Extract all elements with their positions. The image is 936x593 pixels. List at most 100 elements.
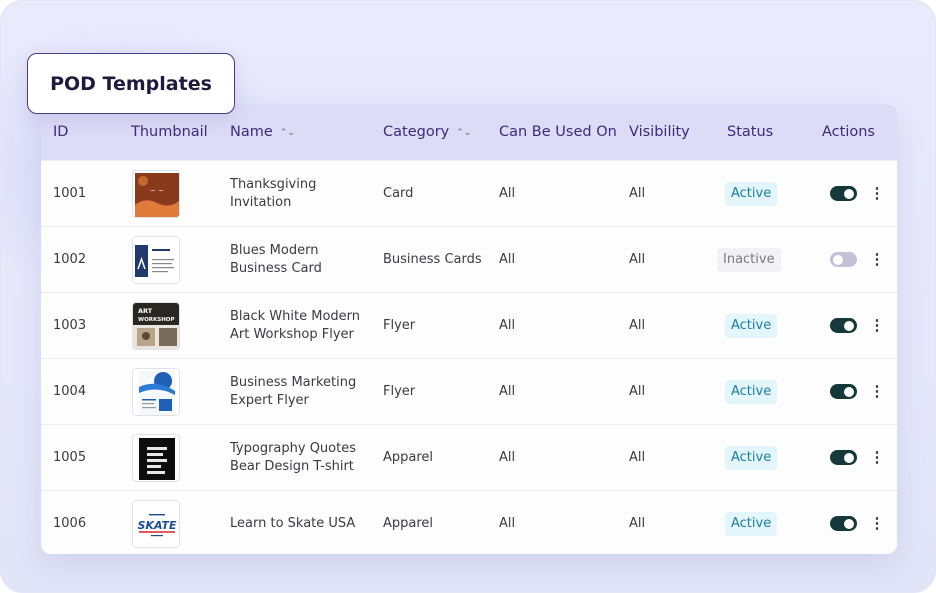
row-name-line1: Learn to Skate USA (230, 516, 356, 531)
row-visibility: All (629, 516, 646, 531)
svg-text:WORKSHOP: WORKSHOP (138, 317, 175, 323)
toggle-knob (833, 254, 843, 265)
row-name-line1: Business Marketing (230, 375, 357, 390)
row-name-line1: Typography Quotes (230, 441, 356, 456)
toggle-knob (844, 518, 854, 529)
toggle-knob (844, 452, 854, 463)
row-name[interactable]: Blues Modern Business Card (230, 242, 370, 278)
row-name-line2: Invitation (230, 195, 292, 210)
svg-text:~ ~: ~ ~ (150, 187, 164, 195)
row-name-line2: Bear Design T-shirt (230, 459, 354, 474)
skate-logo-art: SKATE (133, 501, 179, 547)
status-toggle[interactable] (830, 450, 857, 465)
more-options-icon[interactable]: ⋮ (867, 425, 887, 491)
table-row: 1004 Business Marketing Expert Flyer Fly… (41, 358, 897, 424)
column-header-name[interactable]: Name ⌃⌄ (230, 104, 295, 160)
art-workshop-flyer-art: ART WORKSHOP (133, 303, 179, 349)
status-toggle[interactable] (830, 516, 857, 531)
tshirt-thumbnail[interactable] (132, 434, 180, 482)
row-category: Business Cards (383, 252, 482, 267)
marketing-flyer-art (133, 369, 179, 415)
row-id: 1005 (53, 450, 87, 465)
row-id: 1002 (53, 252, 87, 267)
status-badge: Inactive (717, 248, 781, 272)
row-name[interactable]: Learn to Skate USA (230, 491, 390, 554)
sort-icon[interactable]: ⌃⌄ (456, 128, 471, 138)
column-header-category[interactable]: Category ⌃⌄ (383, 104, 471, 160)
table-row: 1001 ~ ~ Thanksgiving Invitation Card Al… (41, 160, 897, 226)
column-header-visibility: Visibility (629, 124, 690, 140)
table-row: 1006 SKATE Learn to Skate USA Apparel Al… (41, 490, 897, 554)
column-header-status: Status (727, 124, 774, 140)
row-id: 1001 (53, 186, 87, 201)
status-toggle[interactable] (830, 252, 857, 267)
page-title: POD Templates (50, 73, 212, 95)
row-can-be-used-on: All (499, 318, 516, 333)
row-name[interactable]: Thanksgiving Invitation (230, 176, 370, 212)
row-id: 1003 (53, 318, 87, 333)
row-visibility: All (629, 450, 646, 465)
table-row: 1003 ART WORKSHOP Black White Modern Art … (41, 292, 897, 358)
row-name[interactable]: Business Marketing Expert Flyer (230, 374, 370, 410)
skate-logo-thumbnail[interactable]: SKATE (132, 500, 180, 548)
row-category: Card (383, 186, 414, 201)
more-options-icon[interactable]: ⋮ (867, 293, 887, 359)
row-category: Flyer (383, 318, 416, 333)
templates-table: ID Thumbnail Name ⌃⌄ Category ⌃⌄ Can Be Us… (41, 104, 897, 554)
more-options-icon[interactable]: ⋮ (867, 491, 887, 554)
row-id: 1006 (53, 516, 87, 531)
business-card-art (133, 237, 179, 283)
toggle-knob (844, 188, 854, 199)
row-name-line1: Blues Modern (230, 243, 319, 258)
column-header-name-label: Name (230, 124, 273, 140)
status-badge: Active (725, 314, 778, 338)
column-header-actions: Actions (822, 124, 875, 140)
row-visibility: All (629, 252, 646, 267)
status-badge: Active (725, 182, 778, 206)
row-can-be-used-on: All (499, 186, 516, 201)
row-can-be-used-on: All (499, 516, 516, 531)
row-category: Apparel (383, 516, 434, 531)
column-header-can-be-used-on: Can Be Used On (499, 124, 617, 140)
row-visibility: All (629, 186, 646, 201)
status-toggle[interactable] (830, 186, 857, 201)
business-card-thumbnail[interactable] (132, 236, 180, 284)
table-row: 1005 Typography Quotes Bear Design T-shi… (41, 424, 897, 490)
more-options-icon[interactable]: ⋮ (867, 359, 887, 425)
status-badge: Active (725, 512, 778, 536)
thanksgiving-card-art: ~ ~ (133, 171, 179, 217)
row-name-line2: Business Card (230, 261, 322, 276)
thanksgiving-card-thumbnail[interactable]: ~ ~ (132, 170, 180, 218)
more-options-icon[interactable]: ⋮ (867, 161, 887, 227)
row-name-line2: Art Workshop Flyer (230, 327, 354, 342)
column-header-category-label: Category (383, 124, 450, 140)
svg-text:SKATE: SKATE (138, 519, 177, 532)
row-name-line1: Black White Modern (230, 309, 361, 324)
page-background: ID Thumbnail Name ⌃⌄ Category ⌃⌄ Can Be Us… (0, 0, 936, 593)
row-visibility: All (629, 384, 646, 399)
row-name[interactable]: Typography Quotes Bear Design T-shirt (230, 440, 370, 476)
status-toggle[interactable] (830, 384, 857, 399)
status-badge: Active (725, 446, 778, 470)
table-row: 1002 Blues Modern Business Card Business… (41, 226, 897, 292)
status-badge: Active (725, 380, 778, 404)
page-title-box: POD Templates (27, 53, 235, 114)
art-workshop-flyer-thumbnail[interactable]: ART WORKSHOP (132, 302, 180, 350)
row-name[interactable]: Black White Modern Art Workshop Flyer (230, 308, 370, 344)
marketing-flyer-thumbnail[interactable] (132, 368, 180, 416)
row-can-be-used-on: All (499, 384, 516, 399)
tshirt-art (133, 435, 179, 481)
row-category: Flyer (383, 384, 416, 399)
sort-icon[interactable]: ⌃⌄ (280, 128, 295, 138)
toggle-knob (844, 320, 854, 331)
row-name-line2: Expert Flyer (230, 393, 309, 408)
more-options-icon[interactable]: ⋮ (867, 227, 887, 293)
row-can-be-used-on: All (499, 252, 516, 267)
row-name-line1: Thanksgiving (230, 177, 317, 192)
toggle-knob (844, 386, 854, 397)
svg-text:ART: ART (138, 307, 153, 315)
row-category: Apparel (383, 450, 434, 465)
row-can-be-used-on: All (499, 450, 516, 465)
status-toggle[interactable] (830, 318, 857, 333)
row-visibility: All (629, 318, 646, 333)
